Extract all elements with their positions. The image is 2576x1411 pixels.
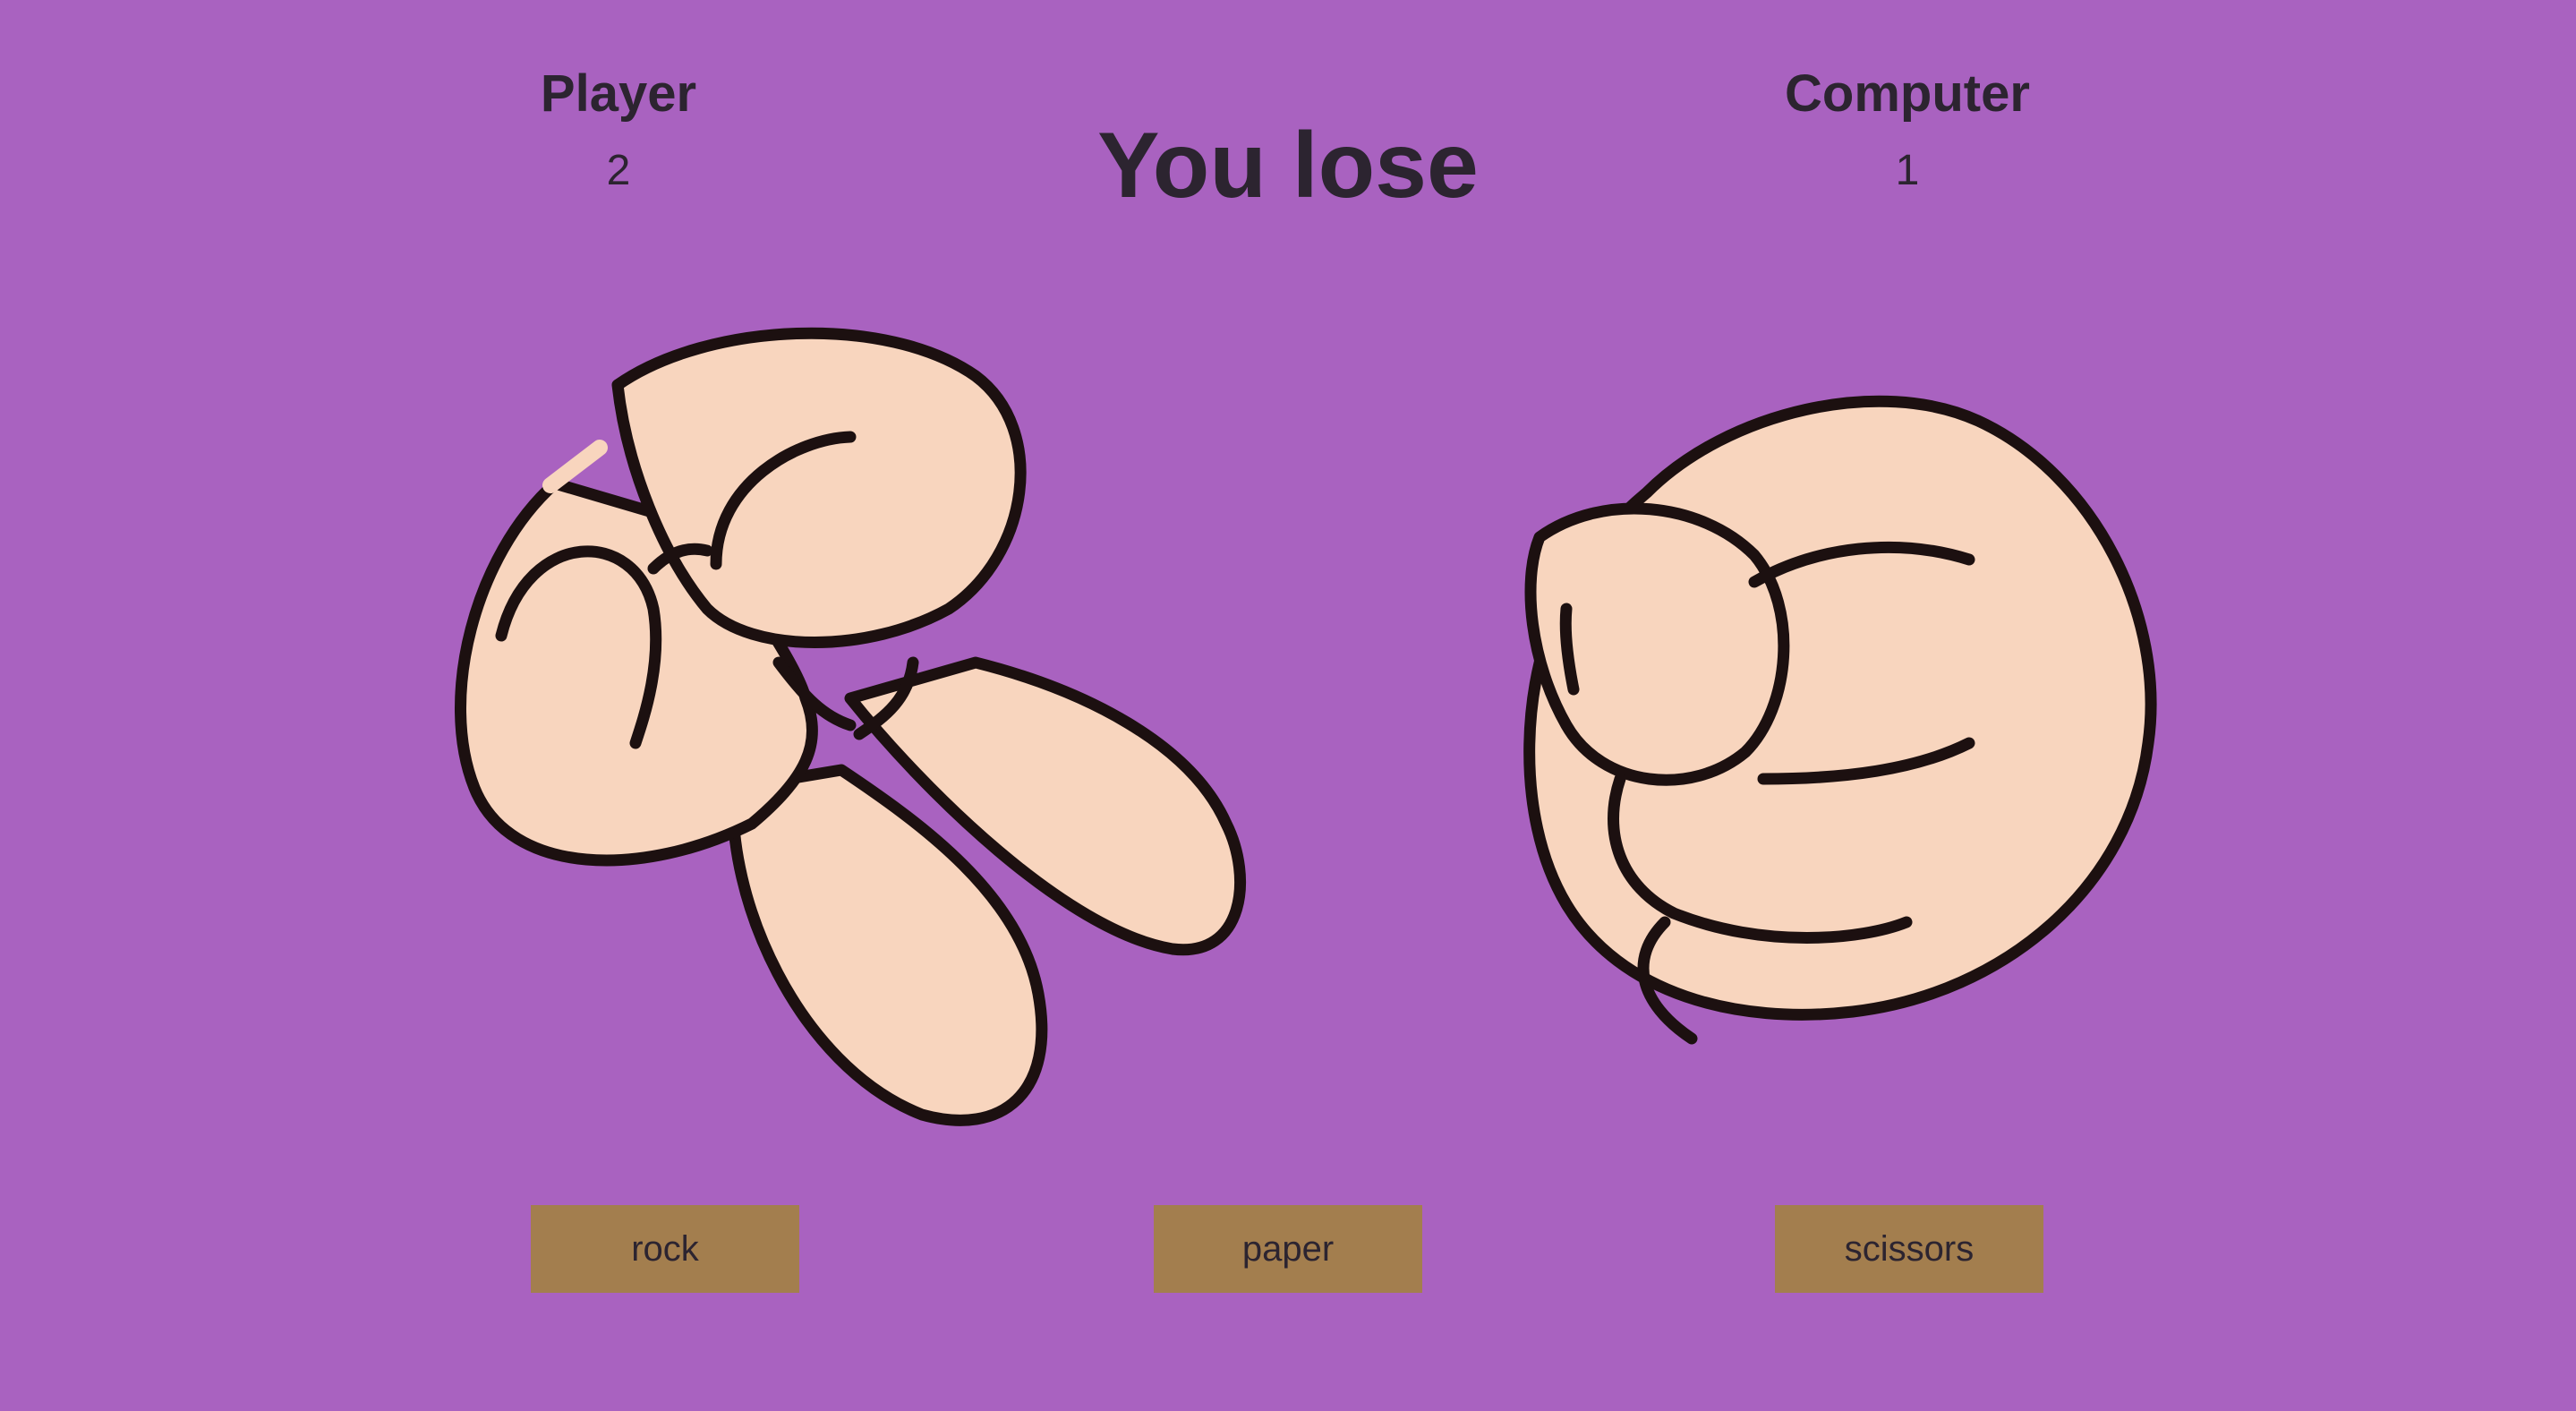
rock-button[interactable]: rock bbox=[531, 1205, 799, 1293]
scissors-button[interactable]: scissors bbox=[1775, 1205, 2043, 1293]
player-score-panel: Player 2 bbox=[439, 63, 798, 202]
paper-button[interactable]: paper bbox=[1154, 1205, 1422, 1293]
player-score: 2 bbox=[606, 147, 631, 194]
computer-label: Computer bbox=[1785, 64, 2030, 123]
computer-score-panel: Computer 1 bbox=[1728, 63, 2086, 202]
game-screen: Player 2 You lose Computer 1 rock paper … bbox=[0, 0, 2576, 1411]
computer-choice-rock-icon bbox=[1468, 385, 2184, 1101]
computer-score: 1 bbox=[1895, 147, 1920, 194]
result-message: You lose bbox=[1097, 114, 1479, 218]
player-choice-scissors-icon bbox=[421, 322, 1271, 1128]
player-label: Player bbox=[540, 64, 697, 123]
